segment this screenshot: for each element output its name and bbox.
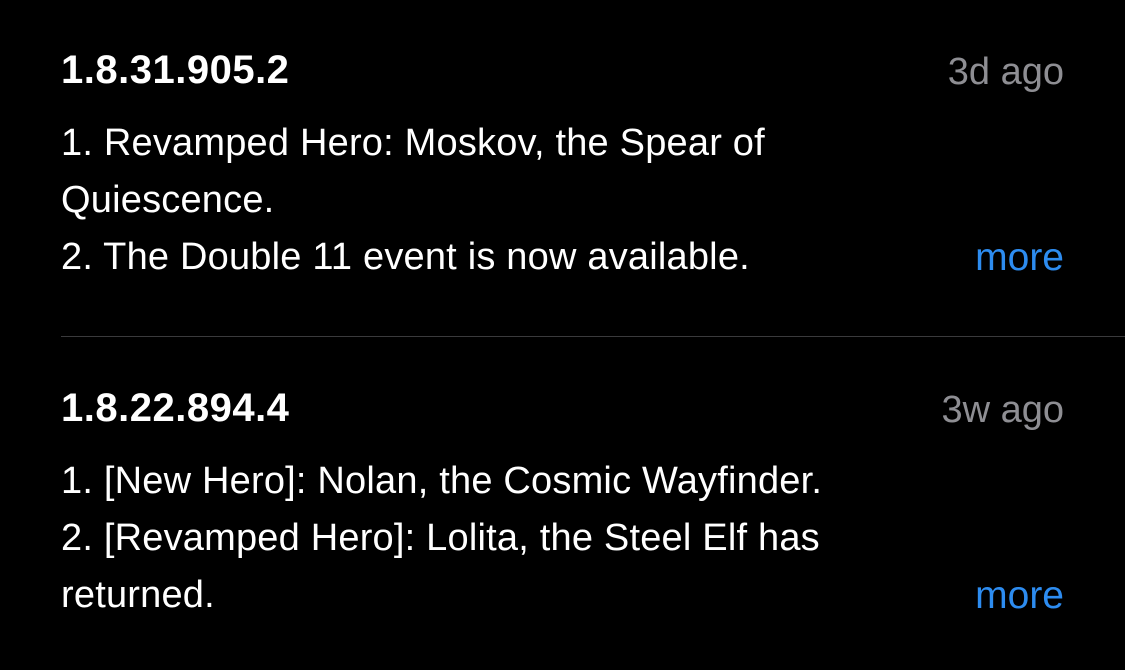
more-button[interactable]: more xyxy=(975,567,1064,624)
release-note-line: 2. [Revamped Hero]: Lolita, the Steel El… xyxy=(61,517,820,559)
release-note-line: returned. xyxy=(61,574,215,616)
divider xyxy=(61,336,1125,337)
version-number: 1.8.31.905.2 xyxy=(61,48,290,92)
version-history-entry: 1.8.22.894.4 3w ago 1. [New Hero]: Nolan… xyxy=(61,382,1064,624)
release-age: 3d ago xyxy=(947,51,1064,93)
release-note-line: 1. [New Hero]: Nolan, the Cosmic Wayfind… xyxy=(61,460,823,502)
release-note-line: 2. The Double 11 event is now available. xyxy=(61,236,750,278)
release-notes: 1. [New Hero]: Nolan, the Cosmic Wayfind… xyxy=(61,453,1064,624)
entry-header: 1.8.31.905.2 3d ago xyxy=(61,44,1064,100)
release-age: 3w ago xyxy=(941,389,1064,431)
more-button[interactable]: more xyxy=(975,229,1064,286)
entry-header: 1.8.22.894.4 3w ago xyxy=(61,382,1064,438)
version-number: 1.8.22.894.4 xyxy=(61,386,290,430)
release-note-line: 1. Revamped Hero: Moskov, the Spear of xyxy=(61,122,765,164)
release-notes: 1. Revamped Hero: Moskov, the Spear of Q… xyxy=(61,115,1064,286)
version-history-entry: 1.8.31.905.2 3d ago 1. Revamped Hero: Mo… xyxy=(61,44,1064,286)
release-note-line: Quiescence. xyxy=(61,179,275,221)
